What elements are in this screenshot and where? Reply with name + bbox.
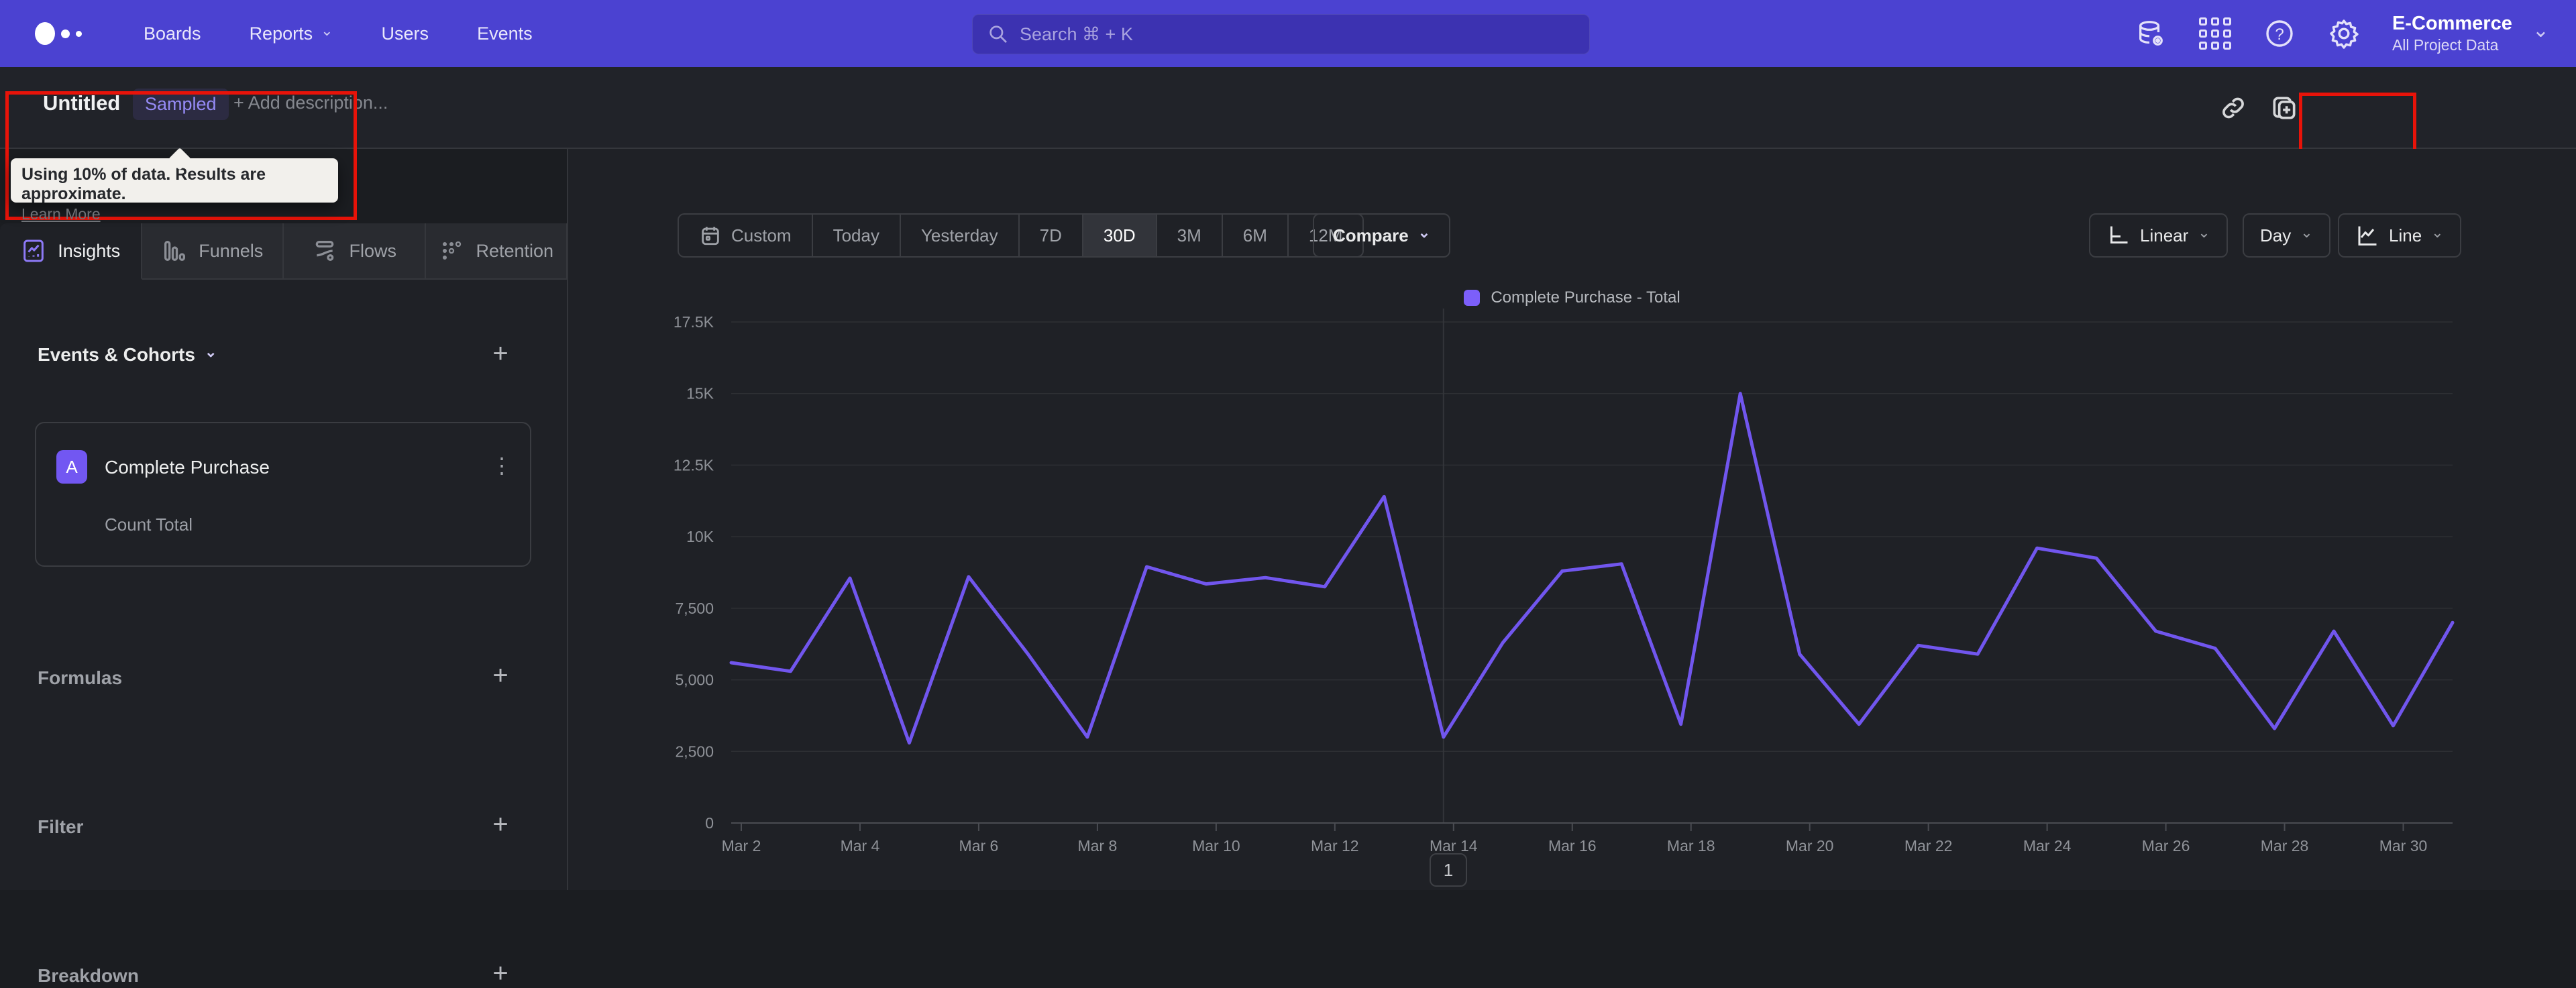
chart-area: Custom Today Yesterday 7D 30D 3M 6M 12M Compare… xyxy=(568,149,2576,890)
search-placeholder: Search ⌘ + K xyxy=(1020,23,1133,44)
x-axis-label-Mar-2: Mar 2 xyxy=(722,837,761,855)
tab-retention[interactable]: Retention xyxy=(425,223,568,280)
retention-dots-icon xyxy=(438,237,465,264)
x-axis-label-Mar-12: Mar 12 xyxy=(1311,837,1359,855)
tab-insights[interactable]: Insights xyxy=(0,223,142,280)
y-axis-label-10K: 10K xyxy=(686,528,714,545)
project-name: E-Commerce xyxy=(2392,13,2512,34)
event-metric[interactable]: Count Total xyxy=(105,514,193,535)
add-event-button[interactable]: + xyxy=(487,340,514,368)
y-axis-label-12.5K: 12.5K xyxy=(674,456,714,474)
mixpanel-logo-icon[interactable] xyxy=(35,22,95,45)
event-card[interactable]: A Complete Purchase ⋮ Count Total xyxy=(35,422,531,567)
x-axis-label-Mar-30: Mar 30 xyxy=(2379,837,2428,855)
section-breakdown: Breakdown xyxy=(38,965,139,986)
x-axis-label-Mar-18: Mar 18 xyxy=(1667,837,1715,855)
svg-text:?: ? xyxy=(2275,25,2284,44)
event-series-badge: A xyxy=(56,450,87,484)
nav-item-reports[interactable]: Reports ⌄ xyxy=(250,23,333,44)
x-axis-label-Mar-22: Mar 22 xyxy=(1904,837,1953,855)
tab-flows[interactable]: Flows xyxy=(284,223,426,280)
series-line-complete-purchase-total[interactable] xyxy=(729,392,2455,745)
kebab-menu-icon[interactable]: ⋮ xyxy=(491,453,513,478)
x-axis-label-Mar-8: Mar 8 xyxy=(1077,837,1117,855)
y-axis-label-0: 0 xyxy=(705,814,714,832)
y-axis-label-2,500: 2,500 xyxy=(675,743,714,760)
y-axis-label-15K: 15K xyxy=(686,385,714,402)
top-nav-bar: Boards Reports ⌄ Users Events Search ⌘ + K xyxy=(0,0,2576,67)
apps-grid-icon[interactable] xyxy=(2196,15,2234,52)
sampled-badge[interactable]: Sampled xyxy=(133,89,229,120)
x-axis-label-Mar-26: Mar 26 xyxy=(2142,837,2190,855)
insights-chart-icon xyxy=(20,237,47,264)
nav-menu: Boards Reports ⌄ Users Events xyxy=(95,23,533,44)
line-chart-plot[interactable]: 17.5K 15K 12.5K 10K 7,500 5,000 2,500 0 Mar 2 Mar… xyxy=(568,149,2576,890)
x-axis-label-Mar-24: Mar 24 xyxy=(2023,837,2072,855)
search-input[interactable]: Search ⌘ + K xyxy=(972,14,1590,54)
x-axis-label-Mar-20: Mar 20 xyxy=(1786,837,1834,855)
settings-gear-icon[interactable] xyxy=(2325,15,2363,52)
search-icon xyxy=(987,23,1009,45)
x-axis-label-Mar-6: Mar 6 xyxy=(959,837,999,855)
nav-item-boards[interactable]: Boards xyxy=(144,23,201,44)
y-axis-label-17.5K: 17.5K xyxy=(674,313,714,331)
add-formulas-button[interactable]: + xyxy=(487,662,514,690)
add-description-field[interactable]: + Add description... xyxy=(233,93,388,113)
tooltip-text: Using 10% of data. Results are approxima… xyxy=(21,165,266,203)
funnels-bars-icon xyxy=(161,237,188,264)
x-axis-label-Mar-14: Mar 14 xyxy=(1430,837,1478,855)
nav-item-events[interactable]: Events xyxy=(477,23,533,44)
events-cohorts-header[interactable]: Events & Cohorts ⌄ xyxy=(38,344,217,366)
query-builder-panel: Events & Cohorts ⌄ + A Complete Purchase… xyxy=(0,280,568,987)
report-type-tabs: Insights Funnels Flows Retention xyxy=(0,223,568,280)
copy-link-icon[interactable] xyxy=(2215,90,2251,126)
y-axis-label-5,000: 5,000 xyxy=(675,671,714,689)
sampling-tooltip: Using 10% of data. Results are approxima… xyxy=(11,148,338,223)
data-management-icon[interactable] xyxy=(2132,15,2169,52)
flows-squiggle-icon xyxy=(311,237,338,264)
x-axis-label-Mar-4: Mar 4 xyxy=(841,837,880,855)
project-scope: All Project Data xyxy=(2392,36,2499,54)
event-name[interactable]: Complete Purchase xyxy=(105,457,270,478)
learn-more-link[interactable]: Learn More xyxy=(21,205,101,223)
report-title-bar: Untitled Sampled + Add description... ⋯ … xyxy=(0,67,2576,203)
report-title[interactable]: Untitled xyxy=(43,91,120,115)
nav-item-users[interactable]: Users xyxy=(382,23,429,44)
y-axis-label-7,500: 7,500 xyxy=(675,600,714,617)
help-icon[interactable]: ? xyxy=(2261,15,2298,52)
x-axis-label-Mar-16: Mar 16 xyxy=(1548,837,1597,855)
section-formulas: Formulas xyxy=(38,667,123,688)
project-switcher[interactable]: E-Commerce All Project Data xyxy=(2392,13,2512,54)
add-filter-button[interactable]: + xyxy=(487,811,514,839)
x-axis-label-Mar-28: Mar 28 xyxy=(2261,837,2309,855)
tab-funnels[interactable]: Funnels xyxy=(142,223,284,280)
add-breakdown-button[interactable]: + xyxy=(487,960,514,988)
x-axis-label-Mar-10: Mar 10 xyxy=(1192,837,1240,855)
section-filter: Filter xyxy=(38,816,84,837)
duplicate-icon[interactable] xyxy=(2266,90,2302,126)
pagination-page-1[interactable]: 1 xyxy=(1430,853,1467,887)
